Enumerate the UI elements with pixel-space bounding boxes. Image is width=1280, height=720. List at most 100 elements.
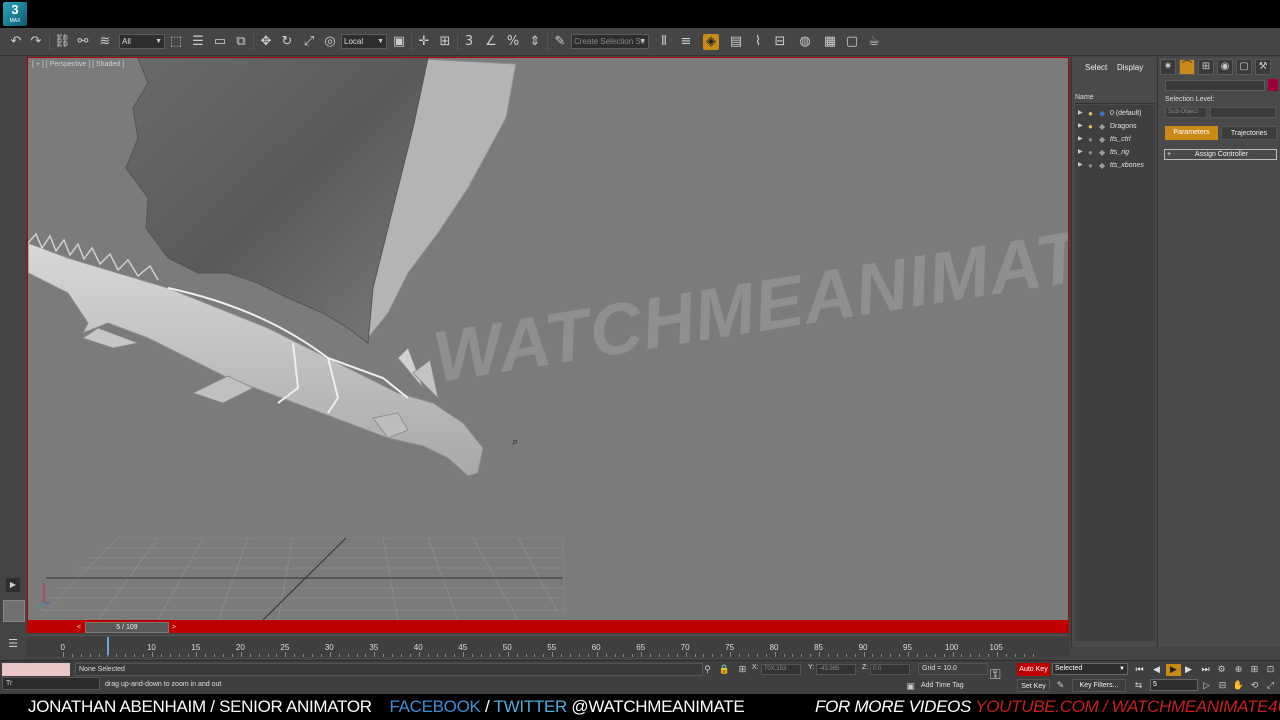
expand-arrow-icon[interactable]: ▶ (1078, 133, 1083, 146)
undo-icon[interactable]: ↶ (8, 34, 24, 50)
mirror-icon[interactable]: ⫴ (656, 34, 672, 50)
lightbulb-icon[interactable]: ● (1088, 107, 1093, 120)
set-key-button[interactable]: Set Key (1017, 679, 1050, 692)
place-icon[interactable]: ◎ (322, 34, 338, 50)
bind-space-warp-icon[interactable]: ≋ (97, 34, 113, 50)
rendered-frame-window-icon[interactable]: ▢ (844, 34, 860, 50)
viewport-label[interactable]: [ + ] [ Perspective ] [ Shaded ] (32, 61, 124, 68)
youtube-link[interactable]: YOUTUBE.COM / WATCHMEANIMATE4U (975, 697, 1280, 716)
edit-named-selection-icon[interactable]: ✎ (552, 34, 568, 50)
zoom-icon[interactable]: ⊕ (1232, 664, 1245, 676)
sub-object-button[interactable]: Sub-Object (1165, 107, 1207, 118)
display-panel-icon[interactable]: ▢ (1236, 59, 1252, 75)
maxscript-listener-mini[interactable] (2, 663, 70, 676)
previous-frame-icon[interactable]: ◀ (1149, 664, 1164, 676)
set-key-pencil-icon[interactable]: ✎ (1054, 680, 1067, 692)
y-coordinate-field[interactable]: -43.985 (816, 664, 856, 675)
viewport-layout-expand-icon[interactable]: ▶ (6, 578, 20, 592)
layer-row[interactable]: ▶ ● ◆ tts_xbones (1075, 159, 1155, 172)
key-icon[interactable]: ⚿ (990, 667, 1001, 683)
render-production-icon[interactable]: ☕ (866, 34, 882, 50)
parameters-button[interactable]: Parameters (1165, 126, 1218, 140)
utilities-panel-icon[interactable]: ⚒ (1255, 59, 1271, 75)
lightbulb-icon[interactable]: ● (1088, 146, 1093, 159)
object-color-swatch[interactable] (1268, 79, 1278, 91)
zoom-all-icon[interactable]: ⊞ (1248, 664, 1261, 676)
add-time-tag[interactable]: Add Time Tag (918, 680, 990, 692)
named-selection-dropdown[interactable]: Create Selection Se ▼ (571, 34, 649, 49)
isolate-selection-icon[interactable]: ⚲ (701, 664, 714, 676)
window-crossing-icon[interactable]: ⧉ (233, 34, 249, 50)
viewport-layout-tab[interactable] (3, 600, 25, 622)
tab-display[interactable]: Display (1117, 63, 1143, 72)
column-header-name[interactable]: Name (1075, 94, 1155, 104)
create-panel-icon[interactable]: ✷ (1160, 59, 1176, 75)
play-icon[interactable]: ▶ (1166, 664, 1181, 676)
reference-coordinate-dropdown[interactable]: Local ▼ (341, 34, 387, 49)
perspective-viewport[interactable]: WATCHMEANIMATE [+] [Perspective] [S… (27, 57, 1069, 621)
material-editor-icon[interactable]: ◍ (797, 34, 813, 50)
layer-explorer-icon[interactable]: ◈ (703, 34, 719, 50)
angle-snap-icon[interactable]: ∠ (483, 34, 499, 50)
lightbulb-icon[interactable]: ● (1088, 120, 1093, 133)
rotate-icon[interactable]: ↻ (279, 34, 295, 50)
taskbar-button[interactable]: Tr (2, 677, 100, 690)
current-frame-field[interactable]: 5 (1150, 679, 1198, 691)
expand-arrow-icon[interactable]: ▶ (1078, 159, 1083, 172)
expand-arrow-icon[interactable]: ▶ (1078, 120, 1083, 133)
time-slider-next-icon[interactable]: > (169, 622, 179, 633)
layer-row[interactable]: ▶ ● ◆ tts_ctrl (1075, 133, 1155, 146)
zoom-region-icon[interactable]: ⊟ (1216, 680, 1229, 692)
key-filters-button[interactable]: Key Filters... (1072, 679, 1126, 692)
rectangular-selection-icon[interactable]: ▭ (212, 34, 228, 50)
absolute-mode-icon[interactable]: ⊞ (736, 664, 749, 676)
next-frame-icon[interactable]: ▶ (1181, 664, 1196, 676)
field-of-view-icon[interactable]: ▷ (1200, 680, 1213, 692)
modify-panel-icon[interactable]: ⌒ (1179, 59, 1195, 75)
lightbulb-icon[interactable]: ● (1088, 133, 1093, 146)
time-slider-handle[interactable]: 5 / 109 (85, 622, 169, 633)
go-to-start-icon[interactable]: ⏮ (1132, 664, 1147, 676)
expand-arrow-icon[interactable]: ▶ (1078, 107, 1083, 120)
twitter-link[interactable]: TWITTER (494, 697, 568, 716)
layer-row[interactable]: ▶ ● ◆ Dragons (1075, 120, 1155, 133)
selection-filter-dropdown[interactable]: All ▼ (119, 34, 165, 49)
open-mini-curve-editor-icon[interactable]: ☰ (5, 637, 21, 653)
schematic-view-icon[interactable]: ⊟ (772, 34, 788, 50)
motion-panel-icon[interactable]: ◉ (1217, 59, 1233, 75)
trajectories-button[interactable]: Trajectories (1221, 126, 1277, 140)
assign-controller-rollout[interactable]: + Assign Controller (1164, 149, 1277, 160)
hierarchy-panel-icon[interactable]: ⊞ (1198, 59, 1214, 75)
z-coordinate-field[interactable]: 0.0 (870, 664, 910, 675)
select-by-name-icon[interactable]: ☰ (190, 34, 206, 50)
maximize-viewport-icon[interactable]: ⤢ (1264, 680, 1277, 692)
unlink-icon[interactable]: ⚯ (75, 34, 91, 50)
link-icon[interactable]: ⛓ (54, 34, 71, 50)
toggle-ribbon-icon[interactable]: ▤ (728, 34, 744, 50)
select-manipulate-icon[interactable]: ✛ (416, 34, 432, 50)
layer-list[interactable]: ▶ ● ◆ 0 (default) ▶ ● ◆ Dragons ▶ ● ◆ tt… (1075, 105, 1155, 641)
facebook-link[interactable]: FACEBOOK (389, 697, 480, 716)
sub-object-dropdown[interactable] (1210, 107, 1276, 118)
time-slider[interactable]: < 5 / 109 > (27, 621, 1069, 635)
move-icon[interactable]: ✥ (258, 34, 274, 50)
percent-snap-icon[interactable]: % (505, 34, 521, 50)
app-logo-icon[interactable]: 3 MAX (3, 2, 27, 26)
align-icon[interactable]: ≡ (678, 34, 694, 50)
layer-row[interactable]: ▶ ● ◆ 0 (default) (1075, 107, 1155, 120)
x-coordinate-field[interactable]: 70X.153 (761, 664, 801, 675)
snaps-toggle-icon[interactable]: 3 (461, 34, 477, 50)
current-frame-marker[interactable] (107, 637, 110, 655)
key-mode-dropdown[interactable]: Selected ▼ (1052, 663, 1128, 675)
time-slider-prev-icon[interactable]: < (74, 622, 84, 633)
object-name-field[interactable] (1165, 80, 1265, 91)
layer-row[interactable]: ▶ ● ◆ tts_rig (1075, 146, 1155, 159)
expand-arrow-icon[interactable]: ▶ (1078, 146, 1083, 159)
auto-key-button[interactable]: Auto Key (1017, 663, 1050, 676)
go-to-end-icon[interactable]: ⏭ (1198, 664, 1213, 676)
lightbulb-icon[interactable]: ● (1088, 159, 1093, 172)
redo-icon[interactable]: ↷ (28, 34, 44, 50)
spinner-snap-icon[interactable]: ⇕ (527, 34, 543, 50)
key-mode-toggle-icon[interactable]: ⇆ (1132, 680, 1145, 692)
curve-editor-icon[interactable]: ⌇ (750, 34, 766, 50)
